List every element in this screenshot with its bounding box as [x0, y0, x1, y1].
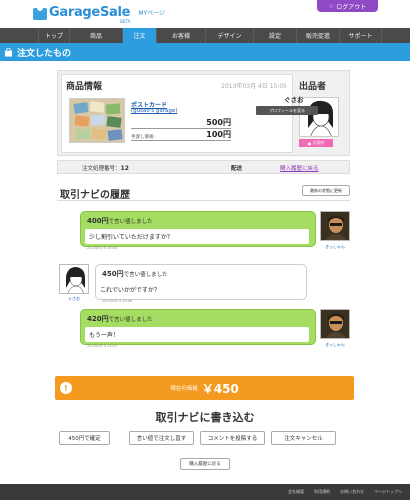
postcard-image: [70, 99, 124, 142]
history-title: 取引ナビの履歴: [60, 190, 130, 201]
back-to-history-link[interactable]: 購入履歴に戻る: [280, 164, 319, 172]
order-number-value: 12: [120, 165, 129, 172]
divider: [57, 200, 350, 201]
buyer-name[interactable]: きっしゃん: [317, 342, 353, 348]
order-status: 配送: [231, 166, 243, 172]
message-time: 2013/03/ 4 15:07: [87, 344, 118, 348]
current-price-bar: ! 現在の価格 ￥450: [55, 376, 354, 400]
logo-beta: BETA: [120, 19, 131, 24]
nav-item-products[interactable]: 商品: [70, 28, 123, 43]
cancel-order-button[interactable]: 注文キャンセル: [271, 431, 336, 445]
price-row: 500円: [131, 118, 231, 129]
nav-item-settings[interactable]: 設定: [254, 28, 297, 43]
tshirt-icon: [33, 8, 47, 20]
nav-item-support[interactable]: サポート: [340, 28, 382, 43]
view-profile-button[interactable]: プロフィールを見る: [256, 106, 318, 115]
refresh-button[interactable]: 最新の状態に更新: [302, 185, 350, 196]
order-info-bar: 注文処理番号：12 配送 購入履歴に戻る: [57, 160, 350, 174]
message-time: 2013/03/ 4 15:06: [102, 299, 133, 303]
handover-price-label: 手渡し価格:: [131, 135, 156, 140]
order-number: 注文処理番号：12: [82, 165, 129, 172]
nav-item-design[interactable]: デザイン: [206, 28, 254, 43]
buyer-name[interactable]: きっしゃん: [317, 244, 353, 250]
footer-link-terms[interactable]: 利用規約: [314, 489, 330, 495]
seller-location: 大阪府: [312, 140, 325, 145]
logo[interactable]: GarageSale BETA MYページ: [33, 5, 166, 24]
mypage-label: MYページ: [138, 10, 166, 17]
nav-item-customers[interactable]: お客様: [157, 28, 206, 43]
back-to-history-button[interactable]: 購入履歴に戻る: [180, 458, 230, 470]
footer-link-company[interactable]: 会社概要: [288, 489, 304, 495]
post-comment-button[interactable]: コメントを投稿する: [200, 431, 265, 445]
message-body: もう一声！: [85, 327, 309, 342]
handover-price: 100円: [206, 130, 231, 139]
handover-price-row: 手渡し価格: 100円: [131, 130, 231, 141]
confirm-price-button[interactable]: 450円で確定: [59, 431, 110, 445]
current-price-value: ￥450: [201, 381, 239, 396]
buyer-avatar[interactable]: [320, 309, 350, 339]
current-price-label: 現在の価格: [170, 386, 198, 392]
person-icon: ●: [307, 140, 312, 146]
write-title: 取引ナビに書き込む: [155, 411, 255, 424]
order-date: 2013年03月 4日 15:05: [221, 83, 287, 90]
message-body: これでいかがですか？: [100, 287, 160, 294]
item-shop-link[interactable]: (gusao's garage): [131, 108, 177, 114]
seller-heading: 出品者: [299, 82, 327, 92]
item-info-heading: 商品情報: [66, 82, 103, 92]
seller-name: ぐさお: [284, 96, 304, 104]
nav-spacer: [0, 28, 39, 43]
message-bubble: 420円で言い値しました もう一声！ 2013/03/ 4 15:07: [80, 309, 316, 348]
message-bubble: 400円で言い値しました 少し割引いていただけますか？ 2013/03/ 4 1…: [80, 211, 316, 250]
item-thumbnail[interactable]: [69, 98, 125, 143]
seller-message-name[interactable]: ぐさお: [56, 296, 92, 302]
seller-message-avatar[interactable]: [59, 264, 89, 294]
seller-avatar-image: [300, 98, 338, 136]
seller-location-badge: ● 大阪府: [299, 139, 333, 147]
page-title: 注文したもの: [17, 48, 72, 59]
buyer-avatar-image: [321, 310, 349, 338]
logout-icon: ☞: [328, 2, 335, 10]
message-body: 少し割引いていただけますか？: [85, 229, 309, 244]
item-price: 500円: [206, 118, 231, 127]
alert-icon: !: [60, 382, 72, 394]
logout-label: ログアウト: [336, 3, 367, 11]
page-title-bar: 注文したもの: [0, 43, 410, 61]
message-bubble: 450円で言い値しました これでいかがですか？ 2013/03/ 4 15:06: [95, 264, 307, 303]
site-header: GarageSale BETA MYページ ☞ ログアウト: [0, 0, 410, 28]
main-nav: トップ 商品 注文 お客様 デザイン 設定 販売促進 サポート: [0, 28, 410, 43]
nav-item-top[interactable]: トップ: [39, 28, 70, 43]
logo-text: GarageSale: [49, 5, 131, 20]
nav-item-orders[interactable]: 注文: [123, 28, 157, 43]
logout-button[interactable]: ☞ ログアウト: [317, 0, 378, 12]
reorder-button[interactable]: 言い値で注文し直す: [129, 431, 194, 445]
buyer-avatar[interactable]: [320, 211, 350, 241]
footer: 会社概要 利用規約 お問い合わせ ページトップへ: [0, 484, 410, 500]
bag-icon: [4, 47, 13, 57]
footer-link-top[interactable]: ページトップへ: [374, 489, 402, 495]
footer-link-contact[interactable]: お問い合わせ: [340, 489, 364, 495]
nav-item-promotion[interactable]: 販売促進: [297, 28, 340, 43]
seller-avatar[interactable]: [299, 97, 339, 137]
seller-message-avatar-image: [60, 265, 88, 293]
buyer-avatar-image: [321, 212, 349, 240]
message-time: 2013/03/ 4 15:05: [87, 246, 118, 250]
